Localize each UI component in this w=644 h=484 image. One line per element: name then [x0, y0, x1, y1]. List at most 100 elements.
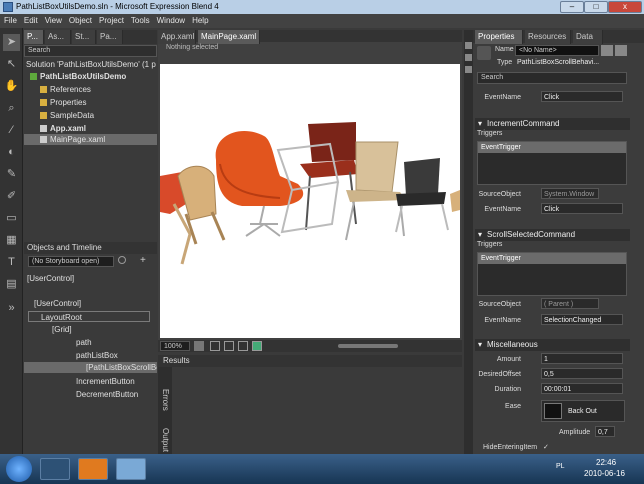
tree-node-path[interactable]: path [76, 337, 92, 348]
tab-output[interactable]: Output [158, 425, 172, 455]
storyboard-options-icon[interactable] [118, 256, 126, 264]
usercontrol-top[interactable]: [UserControl] [27, 273, 74, 284]
tree-app-xaml[interactable]: App.xaml [40, 123, 86, 134]
assets-icon[interactable]: » [3, 300, 20, 317]
solution-item[interactable]: Solution 'PathListBoxUtilsDemo' (1 p [26, 59, 156, 70]
ease-picker[interactable]: Back Out [541, 400, 625, 422]
menu-object[interactable]: Object [69, 16, 92, 25]
tab-projects[interactable]: P... [24, 30, 44, 44]
tree-sampledata[interactable]: SampleData [40, 110, 94, 121]
clock-date[interactable]: 2010-06-16 [584, 469, 625, 478]
snap-lines-icon[interactable] [238, 341, 248, 351]
horizontal-scrollbar[interactable] [338, 344, 398, 348]
clock-time[interactable]: 22:46 [596, 458, 616, 467]
duration-input[interactable]: 00:00:01 [541, 383, 623, 394]
paint-bucket-icon[interactable]: ◐ [3, 144, 20, 161]
section-miscellaneous[interactable]: Miscellaneous [475, 339, 630, 351]
menu-file[interactable]: File [4, 16, 17, 25]
desiredoffset-input[interactable]: 0,5 [541, 368, 623, 379]
sourceobject-field-2[interactable]: ( Parent ) [541, 298, 599, 309]
eventtrigger-item[interactable]: EventTrigger [478, 253, 626, 264]
property-search[interactable]: Search [477, 72, 627, 84]
amount-input[interactable]: 1 [541, 353, 623, 364]
file-icon [40, 125, 47, 132]
direct-select-icon[interactable]: ↖ [3, 56, 20, 73]
eventtrigger-item[interactable]: EventTrigger [478, 142, 626, 153]
language-indicator[interactable]: PL [556, 463, 565, 470]
hideenteringitem-label: HideEnteringItem [483, 444, 538, 451]
pen-icon[interactable]: ✎ [3, 166, 20, 183]
tab-states[interactable]: St... [72, 30, 96, 44]
tab-errors[interactable]: Errors [158, 385, 172, 415]
tree-node-incrementbutton[interactable]: IncrementButton [76, 376, 135, 387]
tab-parts[interactable]: Pa... [97, 30, 123, 44]
blend-taskbar-icon[interactable] [116, 458, 146, 480]
menu-project[interactable]: Project [99, 16, 124, 25]
strip-icon[interactable] [465, 54, 472, 61]
menu-help[interactable]: Help [192, 16, 208, 25]
name-input[interactable]: <No Name> [515, 45, 599, 56]
mediaplayer-taskbar-icon[interactable] [78, 458, 108, 480]
pencil-icon[interactable]: ✐ [3, 188, 20, 205]
eventname-select-3[interactable]: SelectionChanged [541, 314, 623, 325]
snap-grid-icon[interactable] [224, 341, 234, 351]
doc-tab-mainpage[interactable]: MainPage.xaml [198, 30, 260, 44]
menu-window[interactable]: Window [157, 16, 185, 25]
minimize-button[interactable]: – [560, 1, 584, 13]
explorer-taskbar-icon[interactable] [40, 458, 70, 480]
tree-node-pathlistbox[interactable]: pathListBox [76, 350, 118, 361]
section-incrementcommand[interactable]: IncrementCommand [475, 118, 630, 130]
grid-icon[interactable]: ▦ [3, 232, 20, 249]
zoom-field[interactable]: 100% [160, 341, 190, 351]
tree-mainpage-xaml[interactable]: MainPage.xaml [24, 134, 157, 145]
events-view-icon[interactable] [615, 45, 627, 56]
menu-tools[interactable]: Tools [131, 16, 150, 25]
tab-assets[interactable]: As... [45, 30, 71, 44]
menu-edit[interactable]: Edit [24, 16, 38, 25]
annotations-icon[interactable] [252, 341, 262, 351]
start-button[interactable] [6, 456, 32, 482]
selection-tool-icon[interactable]: ➤ [3, 34, 20, 51]
project-root[interactable]: PathListBoxUtilsDemo [30, 71, 126, 82]
design-canvas[interactable] [160, 64, 460, 338]
tree-references[interactable]: References [40, 84, 91, 95]
menu-view[interactable]: View [45, 16, 62, 25]
tab-resources[interactable]: Resources [525, 30, 571, 44]
eyedropper-icon[interactable]: ⁄ [3, 122, 20, 139]
triggers-list-2: EventTrigger [477, 252, 627, 296]
behavior-icon [477, 46, 491, 60]
tab-data[interactable]: Data [573, 30, 603, 44]
project-panel: P... As... St... Pa... Search Solution '… [24, 30, 157, 238]
sourceobject-field-1[interactable]: System.Window [541, 188, 599, 199]
pan-icon[interactable]: ✋ [3, 78, 20, 95]
amplitude-input[interactable]: 0,7 [595, 426, 615, 437]
text-icon[interactable]: T [3, 254, 20, 271]
hideenteringitem-checkbox[interactable]: ✓ [543, 441, 549, 454]
eventname-select-2[interactable]: Click [541, 203, 623, 214]
folder-icon [40, 86, 47, 93]
tree-node-decrementbutton[interactable]: DecrementButton [76, 389, 138, 400]
add-storyboard-icon[interactable]: + [140, 255, 146, 266]
properties-view-icon[interactable] [601, 45, 613, 56]
zoom-icon[interactable]: ⌕ [3, 100, 20, 117]
tree-node-usercontrol[interactable]: [UserControl] [34, 298, 81, 309]
close-button[interactable]: x [608, 1, 642, 13]
tree-node-behavior[interactable]: [PathListBoxScrollBehav [24, 362, 157, 373]
grid-toggle-icon[interactable] [210, 341, 220, 351]
maximize-button[interactable]: □ [584, 1, 608, 13]
storyboard-picker[interactable]: (No Storyboard open) [28, 256, 114, 267]
eventname-select-1[interactable]: Click [541, 91, 623, 102]
control-icon[interactable]: ▤ [3, 276, 20, 293]
tree-node-layoutroot[interactable]: LayoutRoot [28, 311, 150, 322]
tree-node-grid[interactable]: [Grid] [52, 324, 72, 335]
effects-toggle-icon[interactable] [194, 341, 204, 351]
results-panel: Results Errors Output [158, 355, 462, 454]
doc-tab-app[interactable]: App.xaml [158, 30, 196, 44]
strip-icon[interactable] [465, 42, 472, 49]
strip-icon[interactable] [465, 66, 472, 73]
rectangle-icon[interactable]: ▭ [3, 210, 20, 227]
tab-properties[interactable]: Properties [475, 30, 523, 44]
section-scrollselectedcommand[interactable]: ScrollSelectedCommand [475, 229, 630, 241]
tree-properties[interactable]: Properties [40, 97, 86, 108]
project-search[interactable]: Search [24, 45, 157, 57]
